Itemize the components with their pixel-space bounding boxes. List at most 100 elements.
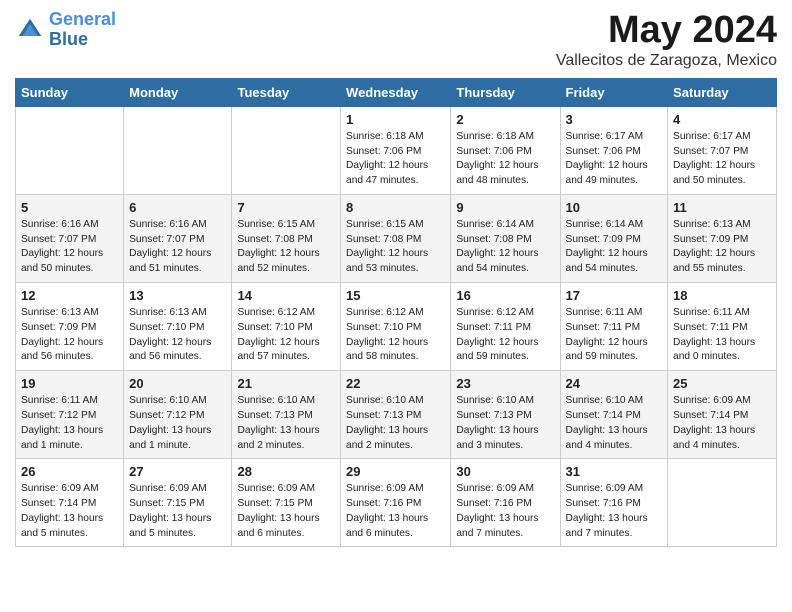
day-info: Sunrise: 6:14 AM Sunset: 7:08 PM Dayligh… — [456, 218, 554, 277]
day-info: Sunrise: 6:12 AM Sunset: 7:11 PM Dayligh… — [456, 306, 554, 365]
day-cell: 30Sunrise: 6:09 AM Sunset: 7:16 PM Dayli… — [451, 459, 560, 547]
day-info: Sunrise: 6:18 AM Sunset: 7:06 PM Dayligh… — [456, 130, 554, 189]
day-cell: 18 Sunrise: 6:11 AM Sunset: 7:11 PM Dayli… — [668, 283, 777, 371]
day-number: 12 — [21, 288, 118, 303]
day-info: Sunrise: 6:11 AM Sunset: 7:11 PM Dayligh… — [673, 306, 771, 365]
logo-icon — [15, 15, 45, 45]
day-number: 29 — [346, 464, 445, 479]
week-row-1: 1Sunrise: 6:18 AM Sunset: 7:06 PM Daylig… — [16, 106, 777, 194]
day-cell: 8Sunrise: 6:15 AM Sunset: 7:08 PM Daylig… — [341, 194, 451, 282]
weekday-header-wednesday: Wednesday — [341, 78, 451, 106]
week-row-4: 19Sunrise: 6:11 AM Sunset: 7:12 PM Dayli… — [16, 371, 777, 459]
week-row-5: 26 Sunrise: 6:09 AM Sunset: 7:14 PM Dayli… — [16, 459, 777, 547]
day-info: Sunrise: 6:11 AM Sunset: 7:12 PM Dayligh… — [21, 394, 118, 453]
day-info: Sunrise: 6:10 AM Sunset: 7:12 PM Dayligh… — [129, 394, 226, 453]
day-cell — [16, 106, 124, 194]
weekday-header-friday: Friday — [560, 78, 668, 106]
day-cell: 5 Sunrise: 6:16 AM Sunset: 7:07 PM Daylig… — [16, 194, 124, 282]
day-cell: 27 Sunrise: 6:09 AM Sunset: 7:15 PM Dayli… — [124, 459, 232, 547]
day-info: Sunrise: 6:09 AM Sunset: 7:16 PM Dayligh… — [566, 482, 663, 541]
day-info: Sunrise: 6:09 AM Sunset: 7:14 PM Dayligh… — [673, 394, 771, 453]
day-info: Sunrise: 6:14 AM Sunset: 7:09 PM Dayligh… — [566, 218, 663, 277]
day-info: Sunrise: 6:10 AM Sunset: 7:13 PM Dayligh… — [346, 394, 445, 453]
day-cell: 13Sunrise: 6:13 AM Sunset: 7:10 PM Dayli… — [124, 283, 232, 371]
day-number: 17 — [566, 288, 663, 303]
day-cell: 31 Sunrise: 6:09 AM Sunset: 7:16 PM Dayli… — [560, 459, 668, 547]
day-cell: 3 Sunrise: 6:17 AM Sunset: 7:06 PM Daylig… — [560, 106, 668, 194]
header: General Blue May 2024 Vallecitos de Zara… — [15, 10, 777, 70]
day-info: Sunrise: 6:09 AM Sunset: 7:14 PM Dayligh… — [21, 482, 118, 541]
day-number: 31 — [566, 464, 663, 479]
day-number: 8 — [346, 200, 445, 215]
day-number: 2 — [456, 112, 554, 127]
location-title: Vallecitos de Zaragoza, Mexico — [556, 52, 777, 70]
day-info: Sunrise: 6:12 AM Sunset: 7:10 PM Dayligh… — [346, 306, 445, 365]
day-info: Sunrise: 6:10 AM Sunset: 7:13 PM Dayligh… — [237, 394, 335, 453]
day-cell: 12 Sunrise: 6:13 AM Sunset: 7:09 PM Dayli… — [16, 283, 124, 371]
day-cell — [124, 106, 232, 194]
day-number: 26 — [21, 464, 118, 479]
weekday-header-tuesday: Tuesday — [232, 78, 341, 106]
day-cell: 26 Sunrise: 6:09 AM Sunset: 7:14 PM Dayli… — [16, 459, 124, 547]
week-row-2: 5 Sunrise: 6:16 AM Sunset: 7:07 PM Daylig… — [16, 194, 777, 282]
day-cell: 10 Sunrise: 6:14 AM Sunset: 7:09 PM Dayli… — [560, 194, 668, 282]
day-cell: 19Sunrise: 6:11 AM Sunset: 7:12 PM Dayli… — [16, 371, 124, 459]
day-number: 15 — [346, 288, 445, 303]
day-number: 7 — [237, 200, 335, 215]
day-cell: 29Sunrise: 6:09 AM Sunset: 7:16 PM Dayli… — [341, 459, 451, 547]
day-cell: 15 Sunrise: 6:12 AM Sunset: 7:10 PM Dayli… — [341, 283, 451, 371]
day-info: Sunrise: 6:13 AM Sunset: 7:10 PM Dayligh… — [129, 306, 226, 365]
day-number: 10 — [566, 200, 663, 215]
day-cell: 1Sunrise: 6:18 AM Sunset: 7:06 PM Daylig… — [341, 106, 451, 194]
weekday-header-thursday: Thursday — [451, 78, 560, 106]
day-cell: 24 Sunrise: 6:10 AM Sunset: 7:14 PM Dayli… — [560, 371, 668, 459]
day-info: Sunrise: 6:17 AM Sunset: 7:06 PM Dayligh… — [566, 130, 663, 189]
weekday-header-row: SundayMondayTuesdayWednesdayThursdayFrid… — [16, 78, 777, 106]
day-number: 18 — [673, 288, 771, 303]
week-row-3: 12 Sunrise: 6:13 AM Sunset: 7:09 PM Dayli… — [16, 283, 777, 371]
day-cell — [232, 106, 341, 194]
day-info: Sunrise: 6:17 AM Sunset: 7:07 PM Dayligh… — [673, 130, 771, 189]
day-cell: 22 Sunrise: 6:10 AM Sunset: 7:13 PM Dayli… — [341, 371, 451, 459]
day-cell — [668, 459, 777, 547]
day-number: 3 — [566, 112, 663, 127]
day-info: Sunrise: 6:10 AM Sunset: 7:14 PM Dayligh… — [566, 394, 663, 453]
day-info: Sunrise: 6:09 AM Sunset: 7:15 PM Dayligh… — [129, 482, 226, 541]
day-number: 6 — [129, 200, 226, 215]
day-number: 28 — [237, 464, 335, 479]
weekday-header-sunday: Sunday — [16, 78, 124, 106]
weekday-header-monday: Monday — [124, 78, 232, 106]
day-cell: 14Sunrise: 6:12 AM Sunset: 7:10 PM Dayli… — [232, 283, 341, 371]
day-cell: 7 Sunrise: 6:15 AM Sunset: 7:08 PM Daylig… — [232, 194, 341, 282]
day-info: Sunrise: 6:16 AM Sunset: 7:07 PM Dayligh… — [21, 218, 118, 277]
calendar-table: SundayMondayTuesdayWednesdayThursdayFrid… — [15, 78, 777, 548]
day-number: 24 — [566, 376, 663, 391]
day-cell: 16Sunrise: 6:12 AM Sunset: 7:11 PM Dayli… — [451, 283, 560, 371]
day-info: Sunrise: 6:18 AM Sunset: 7:06 PM Dayligh… — [346, 130, 445, 189]
month-title: May 2024 — [556, 10, 777, 52]
day-info: Sunrise: 6:10 AM Sunset: 7:13 PM Dayligh… — [456, 394, 554, 453]
day-cell: 17 Sunrise: 6:11 AM Sunset: 7:11 PM Dayli… — [560, 283, 668, 371]
day-number: 27 — [129, 464, 226, 479]
day-info: Sunrise: 6:13 AM Sunset: 7:09 PM Dayligh… — [673, 218, 771, 277]
day-cell: 11 Sunrise: 6:13 AM Sunset: 7:09 PM Dayli… — [668, 194, 777, 282]
day-number: 11 — [673, 200, 771, 215]
day-number: 25 — [673, 376, 771, 391]
day-info: Sunrise: 6:16 AM Sunset: 7:07 PM Dayligh… — [129, 218, 226, 277]
day-info: Sunrise: 6:11 AM Sunset: 7:11 PM Dayligh… — [566, 306, 663, 365]
day-cell: 6 Sunrise: 6:16 AM Sunset: 7:07 PM Daylig… — [124, 194, 232, 282]
day-info: Sunrise: 6:15 AM Sunset: 7:08 PM Dayligh… — [237, 218, 335, 277]
day-cell: 2 Sunrise: 6:18 AM Sunset: 7:06 PM Daylig… — [451, 106, 560, 194]
day-number: 5 — [21, 200, 118, 215]
day-number: 4 — [673, 112, 771, 127]
day-number: 14 — [237, 288, 335, 303]
day-number: 22 — [346, 376, 445, 391]
day-cell: 21Sunrise: 6:10 AM Sunset: 7:13 PM Dayli… — [232, 371, 341, 459]
day-number: 20 — [129, 376, 226, 391]
day-info: Sunrise: 6:09 AM Sunset: 7:16 PM Dayligh… — [456, 482, 554, 541]
weekday-header-saturday: Saturday — [668, 78, 777, 106]
day-info: Sunrise: 6:09 AM Sunset: 7:15 PM Dayligh… — [237, 482, 335, 541]
logo: General Blue — [15, 10, 116, 50]
day-info: Sunrise: 6:13 AM Sunset: 7:09 PM Dayligh… — [21, 306, 118, 365]
day-cell: 9Sunrise: 6:14 AM Sunset: 7:08 PM Daylig… — [451, 194, 560, 282]
